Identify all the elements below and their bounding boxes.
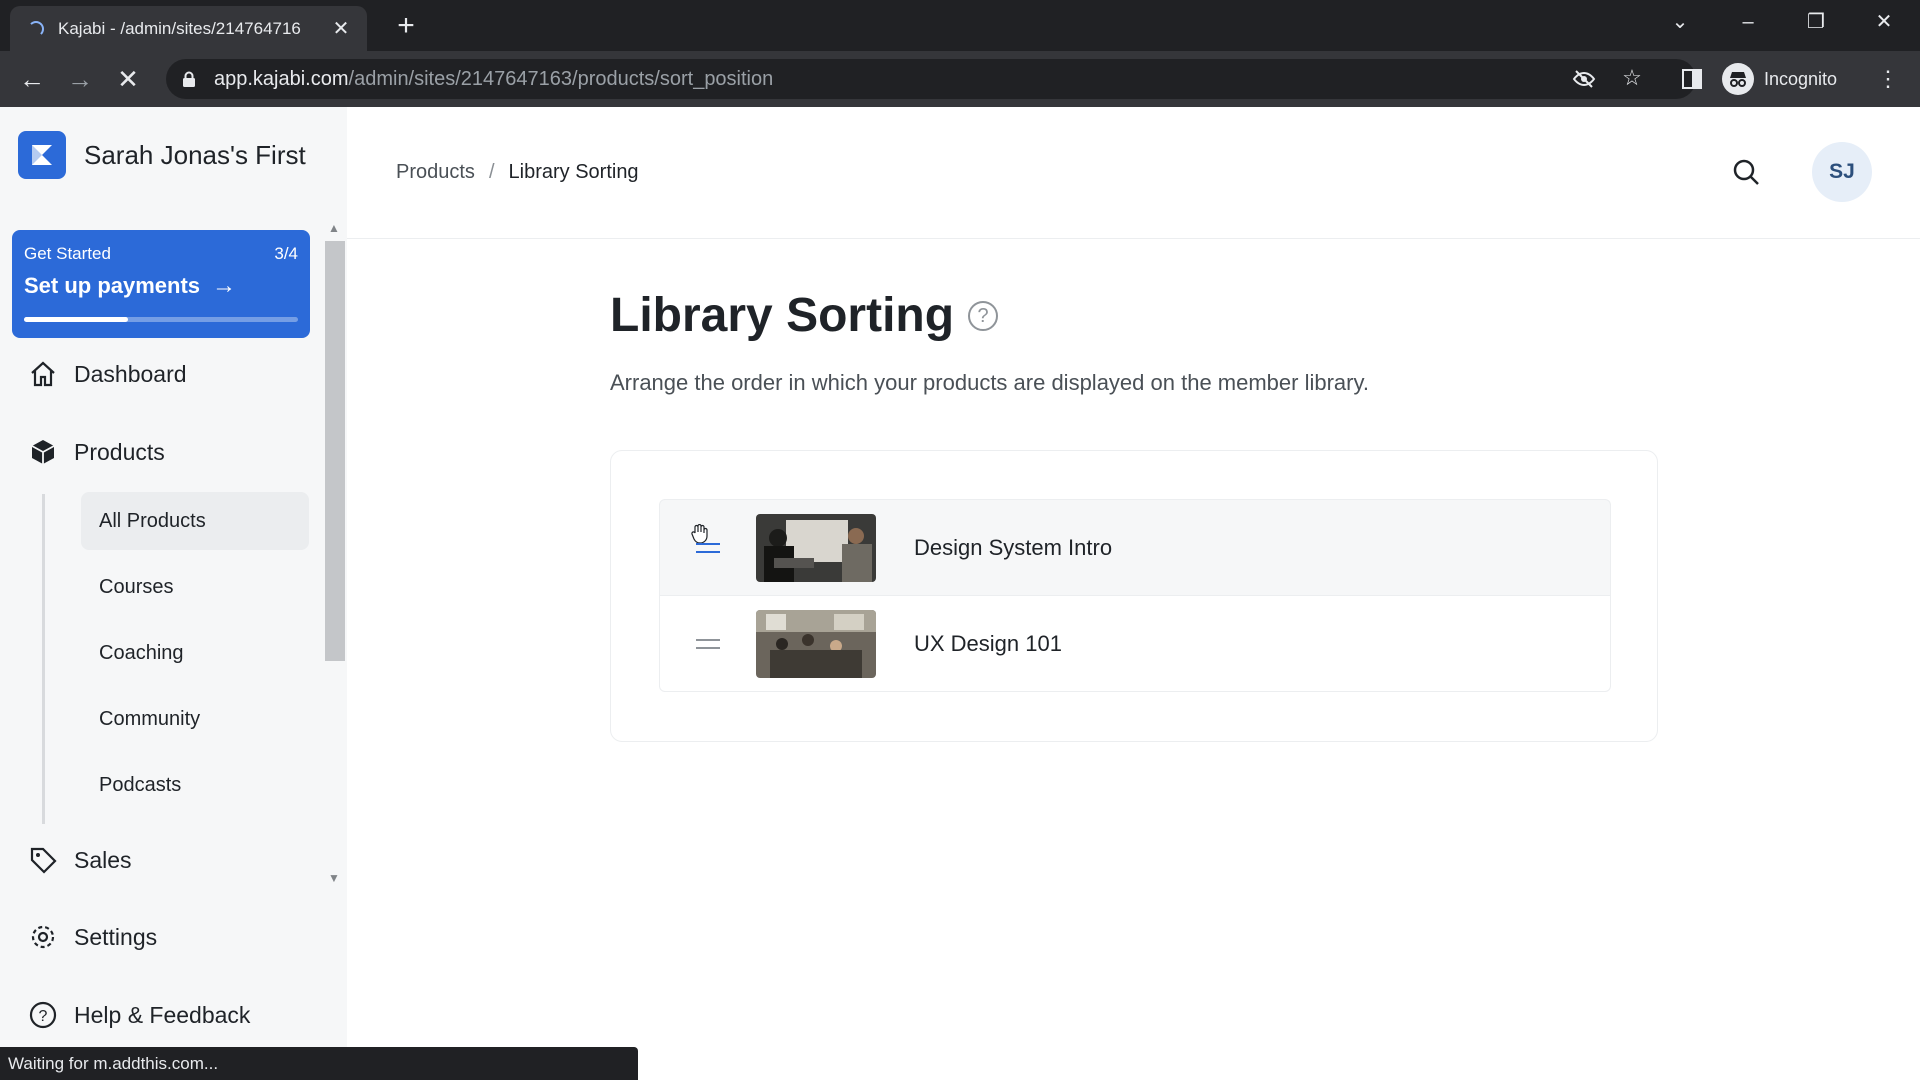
progress-fill [24, 317, 129, 322]
product-thumbnail [756, 513, 876, 582]
drag-handle[interactable] [660, 596, 756, 691]
url-text: app.kajabi.com/admin/sites/2147647163/pr… [214, 68, 773, 91]
tab-search-chevron-icon[interactable]: ⌄ [1660, 8, 1700, 36]
nav-settings[interactable]: Settings [28, 922, 157, 952]
help-icon: ? [29, 1001, 57, 1029]
browser-tab[interactable]: Kajabi - /admin/sites/214764716 ✕ [10, 6, 367, 51]
scroll-down-icon[interactable]: ▼ [328, 871, 340, 885]
profile-label: Incognito [1764, 68, 1838, 89]
browser-menu-icon[interactable]: ⋮ [1872, 63, 1904, 95]
drag-lines-icon [696, 639, 720, 655]
page-title-text: Library Sorting [610, 289, 955, 342]
svg-text:?: ? [39, 1008, 48, 1025]
home-icon [31, 361, 55, 387]
bookmark-star-icon[interactable]: ☆ [1620, 65, 1644, 91]
product-title: Design System Intro [914, 534, 1113, 560]
search-icon[interactable] [1731, 157, 1761, 192]
subnav-divider [42, 494, 45, 824]
kajabi-logo-icon [18, 131, 66, 179]
incognito-profile-button[interactable]: Incognito [1722, 61, 1837, 97]
breadcrumb-separator: / [488, 161, 495, 183]
site-brand[interactable]: Sarah Jonas's First [18, 131, 306, 179]
arrow-right-icon: → [212, 272, 237, 299]
tag-icon [30, 847, 57, 874]
site-name: Sarah Jonas's First [84, 139, 306, 170]
sortable-product-row[interactable]: UX Design 101 [659, 595, 1611, 692]
scroll-up-icon[interactable]: ▲ [328, 221, 340, 235]
breadcrumb: Products / Library Sorting [396, 161, 639, 184]
breadcrumb-current: Library Sorting [508, 161, 639, 183]
get-started-label: Get Started [24, 244, 111, 263]
page-description: Arrange the order in which your products… [610, 370, 1369, 395]
new-tab-icon[interactable]: + [390, 10, 422, 42]
incognito-icon [1722, 63, 1754, 95]
nav-help-label: Help & Feedback [74, 1001, 251, 1028]
browser-status-bar: Waiting for m.addthis.com... [0, 1047, 638, 1080]
lock-icon [182, 71, 196, 87]
user-avatar[interactable]: SJ [1812, 142, 1872, 202]
product-thumbnail [756, 609, 876, 678]
address-bar[interactable]: app.kajabi.com/admin/sites/2147647163/pr… [166, 59, 1696, 99]
sortable-products-card: Design System Intro UX Design 101 [610, 450, 1658, 742]
url-path: /admin/sites/2147647163/products/sort_po… [348, 67, 774, 90]
nav-sales-label: Sales [74, 846, 132, 873]
nav-dashboard[interactable]: Dashboard [28, 359, 187, 389]
subnav-coaching[interactable]: Coaching [81, 624, 309, 682]
breadcrumb-products-link[interactable]: Products [396, 161, 475, 184]
stop-loading-icon[interactable]: ✕ [112, 63, 144, 95]
get-started-progress-bar [24, 317, 298, 322]
box-icon [31, 440, 55, 464]
close-tab-icon[interactable]: ✕ [329, 16, 353, 41]
sidebar: Sarah Jonas's First Get Started 3/4 Set … [0, 107, 347, 1080]
browser-toolbar: ← → ✕ app.kajabi.com/admin/sites/2147647… [0, 51, 1920, 107]
minimize-icon[interactable]: – [1728, 8, 1768, 36]
page-title: Library Sorting ? [610, 288, 999, 343]
subnav-courses[interactable]: Courses [81, 558, 309, 616]
subnav-community[interactable]: Community [81, 690, 309, 748]
product-title: UX Design 101 [914, 630, 1062, 656]
drag-handle[interactable] [660, 500, 756, 595]
tab-title: Kajabi - /admin/sites/214764716 [58, 18, 301, 38]
nav-settings-label: Settings [74, 923, 158, 950]
eye-off-icon[interactable] [1572, 67, 1596, 97]
gear-icon [31, 925, 55, 949]
nav-sales[interactable]: Sales [28, 845, 132, 875]
nav-products[interactable]: Products [28, 437, 165, 467]
get-started-card[interactable]: Get Started 3/4 Set up payments → [12, 230, 310, 338]
page-header: Products / Library Sorting SJ [347, 107, 1920, 239]
restore-icon[interactable]: ❐ [1796, 8, 1836, 36]
url-host: app.kajabi.com [214, 67, 349, 90]
sidebar-scrollbar[interactable]: ▲ ▼ [323, 221, 345, 885]
forward-icon[interactable]: → [64, 63, 96, 95]
question-circle-icon[interactable]: ? [968, 300, 999, 331]
drag-lines-icon [696, 543, 720, 559]
sortable-product-row[interactable]: Design System Intro [659, 499, 1611, 596]
subnav-podcasts[interactable]: Podcasts [81, 756, 309, 814]
close-window-icon[interactable]: ✕ [1864, 8, 1904, 36]
scrollbar-thumb[interactable] [325, 241, 345, 661]
nav-dashboard-label: Dashboard [74, 360, 187, 387]
loading-spinner-icon [28, 20, 44, 37]
side-panel-icon[interactable] [1676, 63, 1708, 95]
subnav-all-products[interactable]: All Products [81, 492, 309, 550]
back-icon[interactable]: ← [16, 63, 48, 95]
get-started-cta: Set up payments [24, 273, 201, 298]
browser-tab-bar: Kajabi - /admin/sites/214764716 ✕ + ⌄ – … [0, 0, 1920, 51]
nav-products-label: Products [74, 438, 165, 465]
nav-help[interactable]: ? Help & Feedback [28, 1000, 250, 1030]
get-started-progress-text: 3/4 [274, 244, 298, 263]
